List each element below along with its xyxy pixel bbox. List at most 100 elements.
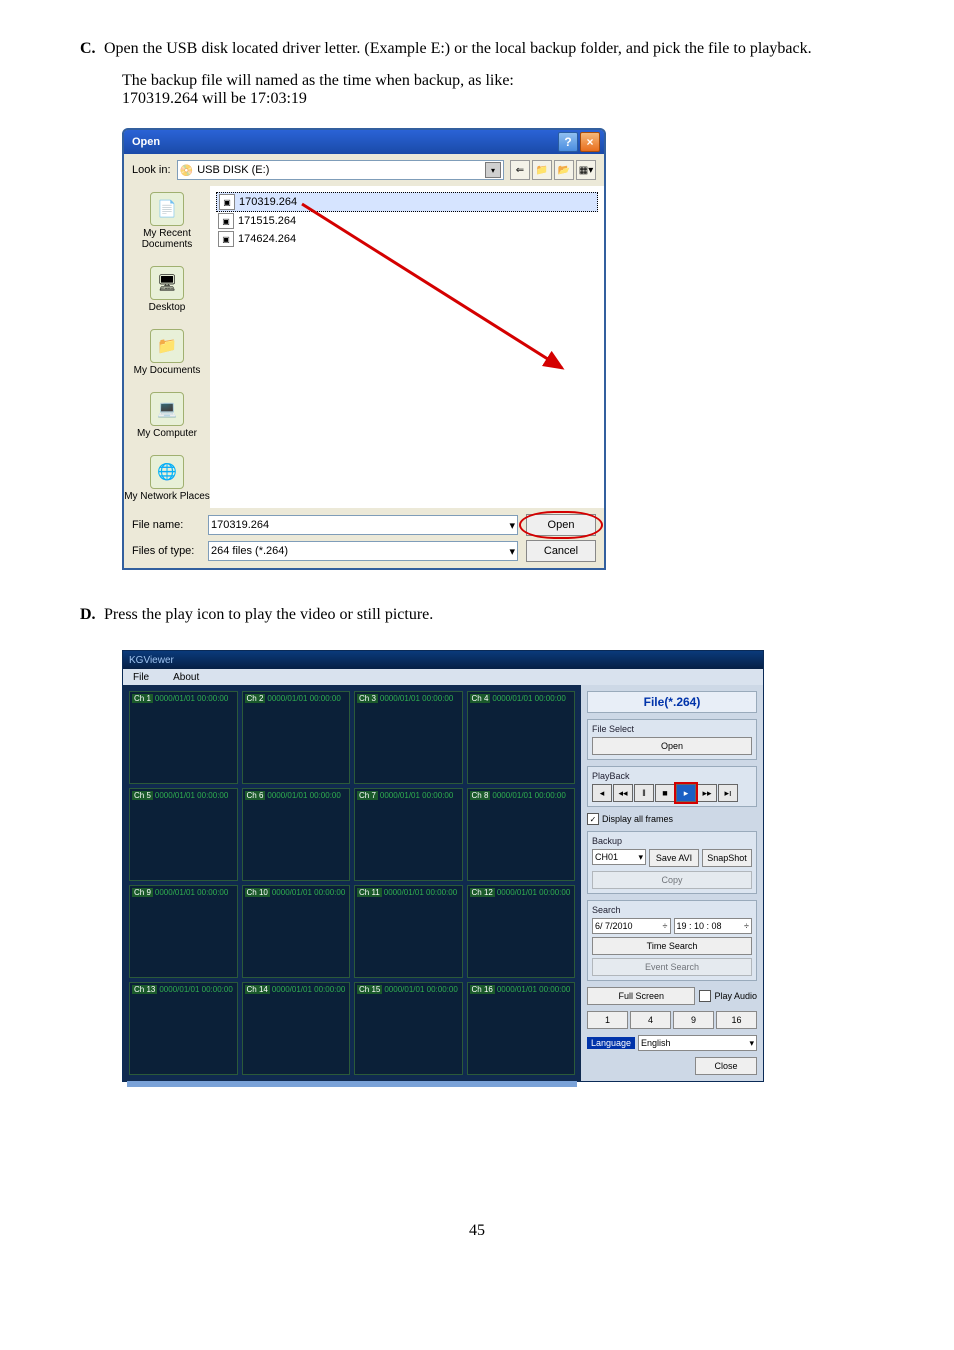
lookin-value: USB DISK (E:) <box>197 164 485 176</box>
search-panel: Search 6/ 7/2010÷ 19 : 10 : 08÷ Time Sea… <box>587 900 757 981</box>
grid-cell[interactable]: Ch 100000/01/01 00:00:00 <box>242 885 351 978</box>
menu-about[interactable]: About <box>173 672 199 683</box>
place-documents[interactable]: 📁My Documents <box>134 329 201 376</box>
window-buttons: ? × <box>558 132 600 152</box>
section-c-note-line1: The backup file will named as the time w… <box>122 72 874 90</box>
file-item[interactable]: ▣174624.264 <box>216 230 598 248</box>
grid-cell[interactable]: Ch 90000/01/01 00:00:00 <box>129 885 238 978</box>
rewind-button[interactable]: ◂◂ <box>613 784 633 802</box>
grid-cell[interactable]: Ch 20000/01/01 00:00:00 <box>242 691 351 784</box>
forward-end-button[interactable]: ▸ı <box>718 784 738 802</box>
place-computer[interactable]: 💻My Computer <box>137 392 197 439</box>
backup-panel: Backup CH01▾ Save AVI SnapShot Copy <box>587 831 757 894</box>
layout-1[interactable]: 1 <box>587 1011 628 1029</box>
menu-file[interactable]: File <box>133 672 149 683</box>
filename-label: File name: <box>132 519 200 531</box>
place-desktop[interactable]: 🖥Desktop <box>149 266 186 313</box>
open-dialog: Open ? × Look in: 📀 USB DISK (E:) ▾ ⇐ 📁 … <box>122 128 606 570</box>
playback-controls: ◂ ◂◂ ǁ ■ ▸ ▸▸ ▸ı <box>592 784 752 802</box>
file-type-label: File(*.264) <box>587 691 757 713</box>
grid-cell[interactable]: Ch 150000/01/01 00:00:00 <box>354 982 463 1075</box>
grid-cell[interactable]: Ch 120000/01/01 00:00:00 <box>467 885 576 978</box>
channel-grid: Ch 10000/01/01 00:00:00 Ch 20000/01/01 0… <box>123 685 581 1081</box>
grid-cell[interactable]: Ch 130000/01/01 00:00:00 <box>129 982 238 1075</box>
grid-cell[interactable]: Ch 80000/01/01 00:00:00 <box>467 788 576 881</box>
layout-16[interactable]: 16 <box>716 1011 757 1029</box>
display-all-check[interactable]: ✓Display all frames <box>587 813 757 825</box>
player-app: KGViewer File About Ch 10000/01/01 00:00… <box>122 650 764 1082</box>
grid-cell[interactable]: Ch 50000/01/01 00:00:00 <box>129 788 238 881</box>
play-audio-check[interactable]: Play Audio <box>699 990 757 1002</box>
snapshot-button[interactable]: SnapShot <box>702 849 752 867</box>
chevron-down-icon[interactable]: ▾ <box>485 162 501 178</box>
grid-cell[interactable]: Ch 60000/01/01 00:00:00 <box>242 788 351 881</box>
grid-cell[interactable]: Ch 160000/01/01 00:00:00 <box>467 982 576 1075</box>
filetype-label: Files of type: <box>132 545 200 557</box>
up-icon[interactable]: 📁 <box>532 160 552 180</box>
file-area[interactable]: ▣170319.264 ▣171515.264 ▣174624.264 <box>210 186 604 508</box>
grid-cell[interactable]: Ch 70000/01/01 00:00:00 <box>354 788 463 881</box>
pause-button[interactable]: ǁ <box>634 784 654 802</box>
section-d: D. Press the play icon to play the video… <box>80 606 874 624</box>
section-c-note: The backup file will named as the time w… <box>122 72 874 108</box>
side-panel: File(*.264) File Select Open PlayBack ◂ … <box>581 685 763 1081</box>
event-search-button: Event Search <box>592 958 752 976</box>
lookin-label: Look in: <box>132 164 171 176</box>
channel-select[interactable]: CH01▾ <box>592 849 646 865</box>
back-icon[interactable]: ⇐ <box>510 160 530 180</box>
section-c: C. Open the USB disk located driver lett… <box>80 40 874 58</box>
help-button[interactable]: ? <box>558 132 578 152</box>
lookin-row: Look in: 📀 USB DISK (E:) ▾ ⇐ 📁 📂 ▦▾ <box>124 154 604 186</box>
rewind-start-button[interactable]: ◂ <box>592 784 612 802</box>
section-c-text: Open the USB disk located driver letter.… <box>104 40 812 58</box>
language-row: Language English▾ <box>587 1035 757 1051</box>
copy-button: Copy <box>592 871 752 889</box>
fullscreen-button[interactable]: Full Screen <box>587 987 695 1005</box>
close-button[interactable]: × <box>580 132 600 152</box>
place-network[interactable]: 🌐My Network Places <box>124 455 210 502</box>
backup-title: Backup <box>592 836 752 846</box>
views-icon[interactable]: ▦▾ <box>576 160 596 180</box>
stop-button[interactable]: ■ <box>655 784 675 802</box>
layout-9[interactable]: 9 <box>673 1011 714 1029</box>
place-recent[interactable]: 📄My Recent Documents <box>124 192 210 250</box>
file-select-title: File Select <box>592 724 752 734</box>
open-file-button[interactable]: Open <box>592 737 752 755</box>
section-c-marker: C. <box>80 40 104 58</box>
layout-4[interactable]: 4 <box>630 1011 671 1029</box>
section-d-text: Press the play icon to play the video or… <box>104 606 433 624</box>
close-app-button[interactable]: Close <box>695 1057 757 1075</box>
filename-input[interactable]: 170319.264▾ <box>208 515 518 535</box>
open-button[interactable]: Open <box>526 514 596 536</box>
playback-title: PlayBack <box>592 771 752 781</box>
dialog-title: Open <box>132 136 160 148</box>
dialog-body: 📄My Recent Documents 🖥Desktop 📁My Docume… <box>124 186 604 508</box>
app-menubar: File About <box>123 669 763 685</box>
date-input[interactable]: 6/ 7/2010÷ <box>592 918 671 934</box>
grid-cell[interactable]: Ch 110000/01/01 00:00:00 <box>354 885 463 978</box>
lookin-combo[interactable]: 📀 USB DISK (E:) ▾ <box>177 160 504 180</box>
layout-buttons: 1 4 9 16 <box>587 1011 757 1029</box>
grid-cell[interactable]: Ch 10000/01/01 00:00:00 <box>129 691 238 784</box>
language-select[interactable]: English▾ <box>638 1035 757 1051</box>
grid-cell[interactable]: Ch 30000/01/01 00:00:00 <box>354 691 463 784</box>
nav-icons: ⇐ 📁 📂 ▦▾ <box>510 160 596 180</box>
cancel-button[interactable]: Cancel <box>526 540 596 562</box>
save-avi-button[interactable]: Save AVI <box>649 849 699 867</box>
file-item[interactable]: ▣171515.264 <box>216 212 598 230</box>
chevron-down-icon[interactable]: ▾ <box>509 545 515 558</box>
section-c-note-line2: 170319.264 will be 17:03:19 <box>122 90 874 108</box>
playback-panel: PlayBack ◂ ◂◂ ǁ ■ ▸ ▸▸ ▸ı <box>587 766 757 807</box>
grid-cell[interactable]: Ch 140000/01/01 00:00:00 <box>242 982 351 1075</box>
chevron-down-icon[interactable]: ▾ <box>509 519 515 532</box>
file-item[interactable]: ▣170319.264 <box>216 192 598 212</box>
play-button[interactable]: ▸ <box>676 784 696 802</box>
filetype-select[interactable]: 264 files (*.264)▾ <box>208 541 518 561</box>
forward-button[interactable]: ▸▸ <box>697 784 717 802</box>
file-select-panel: File Select Open <box>587 719 757 760</box>
time-search-button[interactable]: Time Search <box>592 937 752 955</box>
grid-cell[interactable]: Ch 40000/01/01 00:00:00 <box>467 691 576 784</box>
time-input[interactable]: 19 : 10 : 08÷ <box>674 918 753 934</box>
section-d-marker: D. <box>80 606 104 624</box>
newfolder-icon[interactable]: 📂 <box>554 160 574 180</box>
